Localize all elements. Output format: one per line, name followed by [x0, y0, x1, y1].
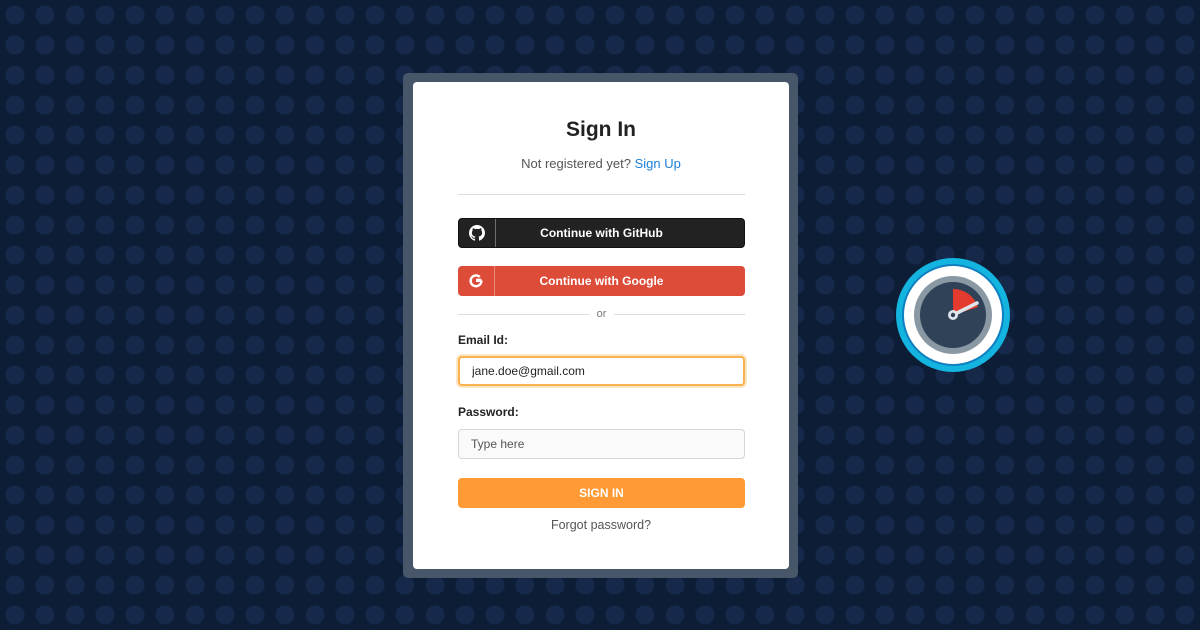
- forgot-password-link[interactable]: Forgot password?: [413, 518, 789, 532]
- github-icon: [459, 219, 496, 247]
- signin-card: Sign In Not registered yet? Sign Up Cont…: [413, 82, 789, 569]
- or-text: or: [596, 308, 607, 320]
- signup-prompt: Not registered yet? Sign Up: [413, 156, 789, 171]
- stopwatch-logo: [895, 257, 1011, 373]
- divider: [458, 194, 745, 195]
- email-label: Email Id:: [458, 333, 509, 347]
- github-button[interactable]: Continue with GitHub: [458, 218, 745, 248]
- password-field[interactable]: [458, 429, 745, 459]
- or-line-left: [458, 313, 589, 315]
- signup-link[interactable]: Sign Up: [635, 156, 681, 171]
- google-button-label: Continue with Google: [539, 274, 664, 288]
- github-button-label: Continue with GitHub: [540, 226, 663, 240]
- or-line-right: [614, 313, 745, 315]
- google-button[interactable]: Continue with Google: [458, 266, 745, 296]
- or-separator: or: [458, 306, 745, 322]
- page-title: Sign In: [566, 118, 636, 141]
- signin-button[interactable]: SIGN IN: [458, 478, 745, 508]
- email-field[interactable]: [458, 356, 745, 386]
- not-registered-text: Not registered yet?: [521, 156, 631, 171]
- google-icon: [458, 266, 495, 296]
- password-label: Password:: [458, 405, 519, 419]
